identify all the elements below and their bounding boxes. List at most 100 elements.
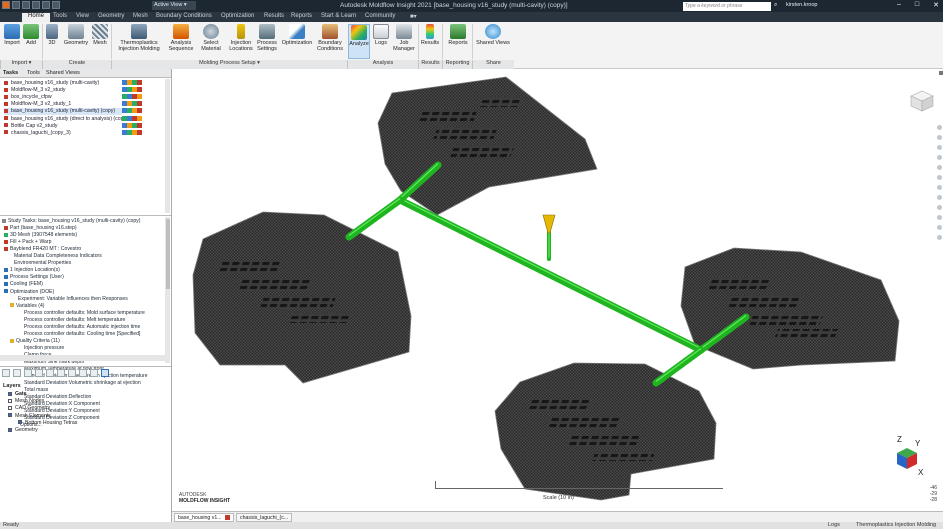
task-item[interactable]: Fill + Pack + Warp [4,239,51,246]
redo-icon[interactable] [52,1,60,9]
task-item[interactable]: Variables (4) [10,303,45,310]
study-item[interactable]: Moldflow-M_3 v2_study [4,87,122,94]
tab-start-learn[interactable]: Start & Learn [321,13,356,19]
layer-item[interactable]: Bottom Housing Tetras [18,420,77,427]
viewport-close-icon[interactable] [939,71,943,75]
study-item[interactable]: base_housing v16_study (multi-cavity) [4,80,122,87]
tasks-scroll-thumb[interactable] [166,219,170,289]
task-item[interactable]: Process controller defaults: Cooling tim… [24,331,140,338]
active-view-dropdown[interactable]: Active View ▾ [152,1,196,10]
thermoplastics-injection-molding-button[interactable]: Thermoplastics Injection Molding [114,24,164,52]
user-name[interactable]: kirsten.kroop [786,2,818,8]
model-scene[interactable] [173,69,943,511]
layer-item[interactable]: CAD Geometry [8,405,50,412]
injection-location-cone[interactable] [542,214,556,234]
layer-checkbox[interactable] [18,420,22,425]
doc-tab-base-housing[interactable]: base_housing v1... [174,513,234,522]
layer-filter-icon[interactable] [90,369,98,377]
group-import[interactable]: Import ▾ [0,60,42,69]
geometry-button[interactable]: Geometry [62,24,90,46]
study-item[interactable]: box_incycle_cfpw [4,94,122,101]
tab-home[interactable]: Home [22,13,51,22]
study-item[interactable]: base_housing v16_study (multi-cavity) (c… [4,108,122,116]
activate-layer-icon[interactable] [35,369,43,377]
tab-tasks[interactable]: Tasks [3,70,18,76]
branch-bottom[interactable] [652,346,705,387]
task-item[interactable]: Process controller defaults: Automatic i… [24,324,140,331]
reports-button[interactable]: Reports [446,24,470,46]
video-icon[interactable]: ■▾ [410,13,417,20]
mesh-button[interactable]: Mesh [91,24,109,46]
minimize-icon[interactable]: – [897,1,901,9]
viewcube[interactable] [909,89,935,113]
process-settings-button[interactable]: Process Settings [255,24,279,52]
delete-layer-icon[interactable] [24,369,32,377]
import-button[interactable]: Import [2,24,22,46]
study-list-scrollbar[interactable] [165,79,170,213]
status-logs[interactable]: Logs [828,522,840,528]
study-item[interactable]: Bottle Cap v2_study [4,123,122,130]
optimization-button[interactable]: Optimization [281,24,313,46]
quick-access-toolbar[interactable] [2,1,60,11]
task-item[interactable]: Cooling (FEM) [4,281,43,288]
study-item[interactable]: chassis_laguchi_(copy_3) [4,130,122,137]
layer-show-all-icon[interactable] [101,369,109,377]
layer-item[interactable]: Geometry [8,427,38,434]
tab-geometry[interactable]: Geometry [98,13,124,19]
new-layer-icon[interactable] [2,369,10,377]
study-tasks-header[interactable]: Study Tasks: base_housing v16_study (mul… [2,218,140,225]
maximize-icon[interactable]: □ [915,1,919,9]
close-tab-icon[interactable] [224,515,230,521]
layer-checkbox[interactable] [8,427,12,432]
toggle-layer-icon[interactable] [79,369,87,377]
app-logo-icon[interactable] [2,1,10,9]
look-at-icon[interactable] [937,205,942,210]
tab-optimization[interactable]: Optimization [221,13,254,19]
zoom-in-icon[interactable] [937,175,942,180]
viewcube-icon[interactable] [909,89,935,113]
study-item[interactable]: Moldflow-M_3 v2_study_1 [4,101,122,108]
fit-view-icon[interactable] [937,195,942,200]
doc-tab-chassis[interactable]: chassis_laguchi_(c... [236,513,293,522]
navigation-bar[interactable] [936,125,943,265]
tab-results[interactable]: Results [264,13,284,19]
zoom-window-icon[interactable] [937,165,942,170]
tab-reports[interactable]: Reports [291,13,312,19]
tab-tools-panel[interactable]: Tools [27,70,40,76]
tab-mesh[interactable]: Mesh [133,13,148,19]
task-item[interactable]: Optimization (DOE) [4,289,54,296]
study-item[interactable]: base_housing v16_study (direct to analys… [4,116,128,123]
section-icon[interactable] [937,235,942,240]
zoom-out-icon[interactable] [937,185,942,190]
task-item[interactable]: 1 Injection Location(s) [4,267,60,274]
tab-community[interactable]: Community [365,13,395,19]
cavity-right[interactable] [680,247,900,370]
model-viewport[interactable]: AUTODESK MOLDFLOW INSIGHT Scale (10 in) … [173,69,943,511]
task-item[interactable]: Part (base_housing v16.step) [4,225,77,232]
orbit-icon[interactable] [937,135,942,140]
task-item[interactable]: Process Settings (User) [4,274,64,281]
layer-checkbox[interactable] [8,391,12,396]
task-item[interactable]: Process controller defaults: Melt temper… [24,317,125,324]
select-material-button[interactable]: Select Material [198,24,224,52]
branch-left[interactable] [345,196,404,241]
new-icon[interactable] [12,1,20,9]
search-icon[interactable]: ⌕ [774,2,777,9]
analyze-button[interactable]: Analyze [348,24,370,59]
task-item[interactable]: 3D Mesh (3907548 elements) [4,232,77,239]
analysis-sequence-button[interactable]: Analysis Sequence [167,24,195,52]
job-manager-button[interactable]: Job Manager [392,24,416,52]
layer-checkbox[interactable] [8,406,12,411]
undo-icon[interactable] [42,1,50,9]
zoom-icon[interactable] [937,155,942,160]
task-item[interactable]: Injection pressure [24,345,64,352]
3d-button[interactable]: 3D [45,24,59,46]
logs-button[interactable]: Logs [372,24,390,46]
assign-layer-icon[interactable] [57,369,65,377]
tasks-hscrollbar[interactable] [0,355,165,361]
home-view-icon[interactable] [937,125,942,130]
group-molding-process-setup[interactable]: Molding Process Setup ▾ [111,60,347,69]
injection-locations-button[interactable]: Injection Locations [227,24,255,52]
layer-item[interactable]: Mesh Elements [8,413,51,420]
results-button[interactable]: Results [420,24,440,46]
